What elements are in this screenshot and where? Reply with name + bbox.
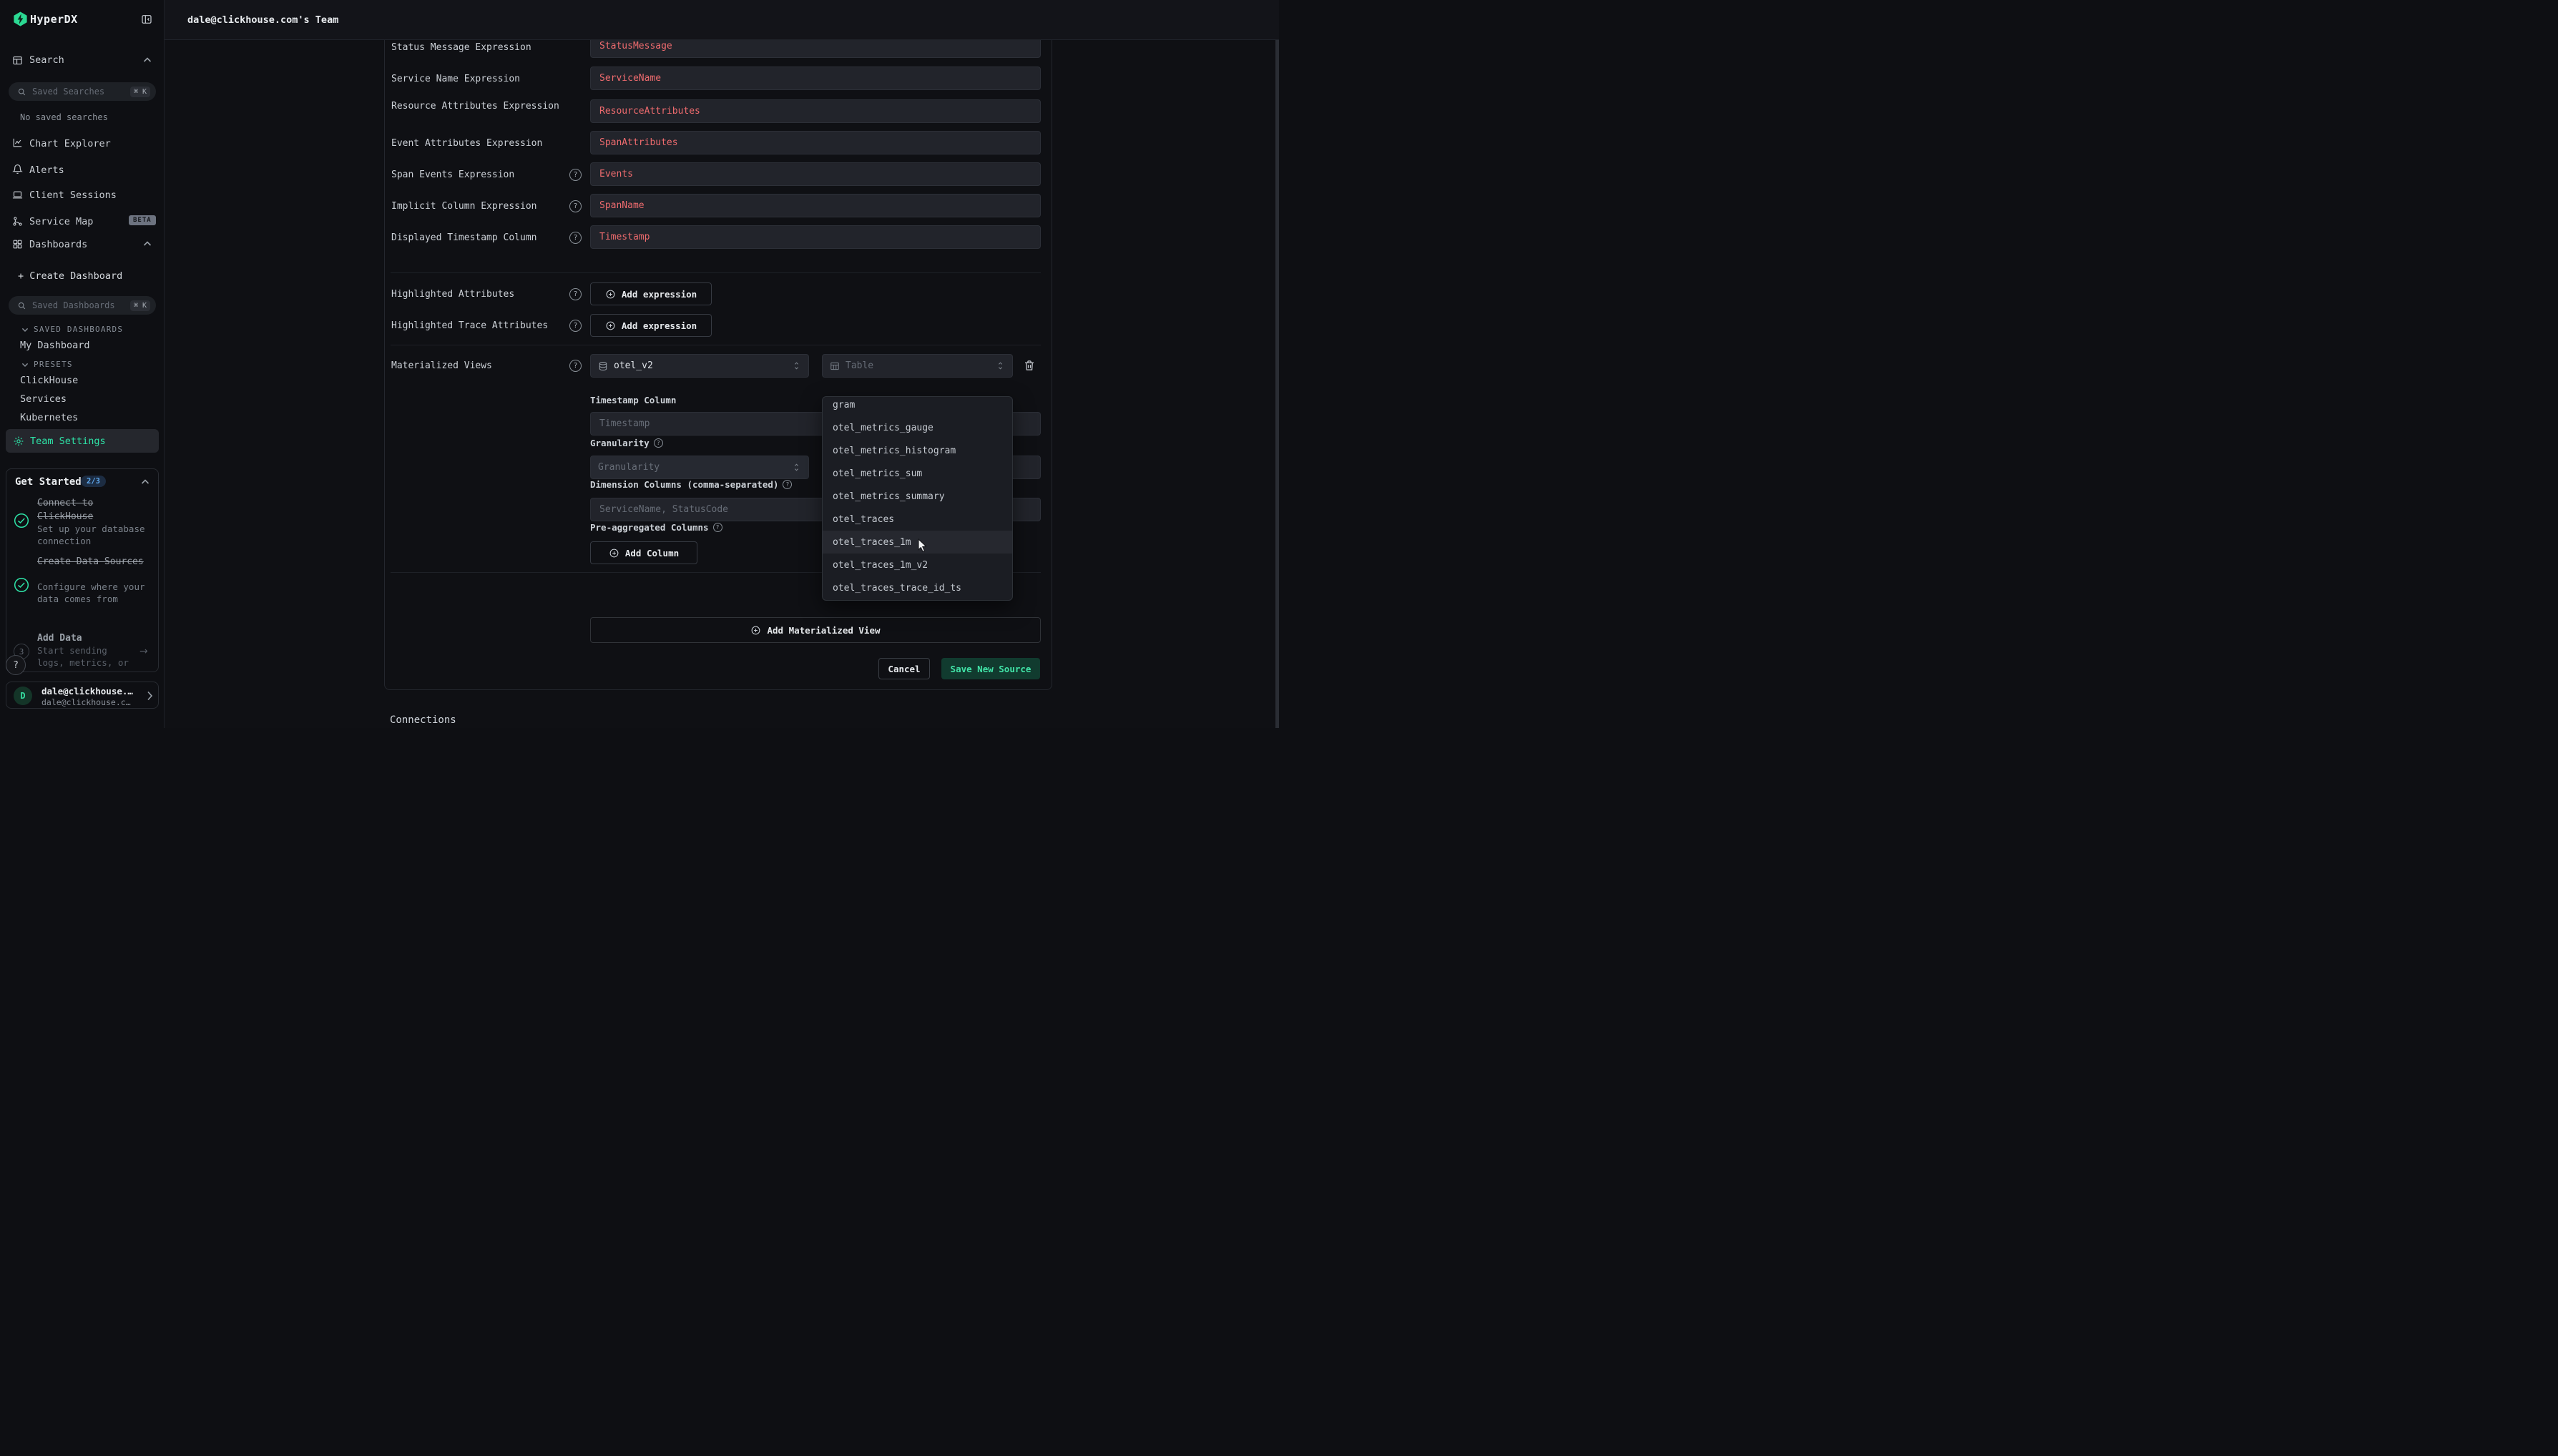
- saved-dashboards-group-label[interactable]: SAVED DASHBOARDS: [34, 325, 123, 334]
- dropdown-option[interactable]: gram: [823, 396, 1012, 416]
- task-add-data[interactable]: Add Data: [37, 631, 150, 645]
- task-add-data-subtitle: Start sending logs, metrics, or traces: [37, 644, 137, 672]
- sidebar-item-team-settings[interactable]: Team Settings: [6, 429, 159, 453]
- chevron-down-icon[interactable]: [21, 362, 29, 368]
- sidebar-item-service-map[interactable]: Service Map: [29, 216, 93, 227]
- brand-name: HyperDX: [30, 13, 78, 26]
- no-saved-searches-text: No saved searches: [20, 112, 108, 122]
- dropdown-option[interactable]: otel_metrics_gauge: [823, 416, 1012, 439]
- task-connect-clickhouse-subtitle: Set up your database connection: [37, 523, 150, 547]
- user-email: dale@clickhouse.c…: [41, 697, 131, 707]
- hyperdx-app: HyperDX Search Saved Searches ⌘ K No sav…: [0, 0, 1279, 728]
- dropdown-option[interactable]: otel_metrics_histogram: [823, 439, 1012, 462]
- avatar: D: [14, 687, 32, 705]
- search-icon: [17, 87, 26, 97]
- task-create-data-sources-subtitle: Configure where your data comes from: [37, 581, 150, 605]
- chevron-up-icon[interactable]: [143, 240, 152, 247]
- chart-explorer-icon: [12, 137, 23, 148]
- dropdown-option[interactable]: otel_traces: [823, 508, 1012, 531]
- dropdown-option[interactable]: otel_traces_trace_id_ts: [823, 576, 1012, 599]
- saved-dashboards-input[interactable]: Saved Dashboards ⌘ K: [9, 296, 156, 315]
- progress-badge: 2/3: [81, 476, 106, 487]
- task-connect-clickhouse[interactable]: Connect to ClickHouse: [37, 496, 150, 523]
- chevron-down-icon[interactable]: [21, 327, 29, 333]
- presets-group-label[interactable]: PRESETS: [34, 360, 73, 369]
- user-menu[interactable]: D dale@clickhouse.… dale@clickhouse.c…: [6, 682, 159, 709]
- saved-searches-input[interactable]: Saved Searches ⌘ K: [9, 82, 156, 101]
- saved-dashboards-placeholder: Saved Dashboards: [32, 300, 130, 310]
- dropdown-option[interactable]: otel_metrics_sum: [823, 462, 1012, 485]
- chevron-up-icon[interactable]: [141, 478, 150, 486]
- scrollbar[interactable]: [1275, 40, 1279, 728]
- chevron-right-icon: [147, 691, 153, 701]
- alerts-bell-icon: [12, 164, 23, 174]
- hyperdx-logo-icon: [12, 11, 29, 27]
- dropdown-option[interactable]: otel_traces_1m_v2: [823, 554, 1012, 576]
- sidebar-item-services[interactable]: Services: [20, 393, 67, 405]
- sidebar: HyperDX Search Saved Searches ⌘ K No sav…: [0, 0, 165, 728]
- main-content: Status Message Expression Service Name E…: [165, 0, 1279, 728]
- sidebar-item-clickhouse[interactable]: ClickHouse: [20, 375, 78, 386]
- dropdown-option[interactable]: otel_metrics_summary: [823, 485, 1012, 508]
- chevron-up-icon[interactable]: [143, 56, 152, 64]
- create-dashboard-button[interactable]: + Create Dashboard: [18, 270, 122, 282]
- help-button[interactable]: ?: [6, 655, 26, 675]
- search-icon: [17, 301, 26, 310]
- sidebar-collapse-icon[interactable]: [141, 14, 152, 25]
- sidebar-item-dashboards[interactable]: Dashboards: [29, 239, 87, 250]
- table-select-dropdown: gram otel_metrics_gauge otel_metrics_his…: [822, 396, 1013, 601]
- check-circle-icon: [14, 577, 29, 593]
- team-settings-label: Team Settings: [30, 436, 106, 447]
- main-header: dale@clickhouse.com's Team: [165, 0, 1279, 40]
- mouse-cursor: [916, 538, 928, 553]
- sidebar-item-search[interactable]: Search: [29, 54, 64, 66]
- beta-badge: BETA: [129, 215, 156, 225]
- task-create-data-sources[interactable]: Create Data Sources: [37, 555, 150, 569]
- get-started-title: Get Started: [15, 476, 82, 488]
- sidebar-item-chart-explorer[interactable]: Chart Explorer: [29, 138, 111, 149]
- search-section-icon: [12, 55, 23, 66]
- page-title: dale@clickhouse.com's Team: [187, 14, 338, 26]
- shortcut-badge: ⌘ K: [130, 300, 150, 311]
- saved-searches-placeholder: Saved Searches: [32, 87, 130, 97]
- sidebar-item-client-sessions[interactable]: Client Sessions: [29, 190, 117, 201]
- arrow-right-icon[interactable]: →: [139, 646, 148, 657]
- check-circle-icon: [14, 513, 29, 528]
- client-sessions-icon: [12, 190, 23, 200]
- sidebar-item-my-dashboard[interactable]: My Dashboard: [20, 340, 90, 351]
- user-name: dale@clickhouse.…: [41, 686, 133, 697]
- gear-icon: [13, 436, 24, 447]
- sidebar-item-alerts[interactable]: Alerts: [29, 164, 64, 176]
- service-map-icon: [12, 216, 23, 227]
- connections-section-title: Connections: [390, 714, 456, 726]
- dashboards-icon: [12, 239, 23, 250]
- get-started-card: Get Started 2/3 Connect to ClickHouse Se…: [6, 468, 159, 672]
- sidebar-item-kubernetes[interactable]: Kubernetes: [20, 412, 78, 423]
- shortcut-badge: ⌘ K: [130, 87, 150, 97]
